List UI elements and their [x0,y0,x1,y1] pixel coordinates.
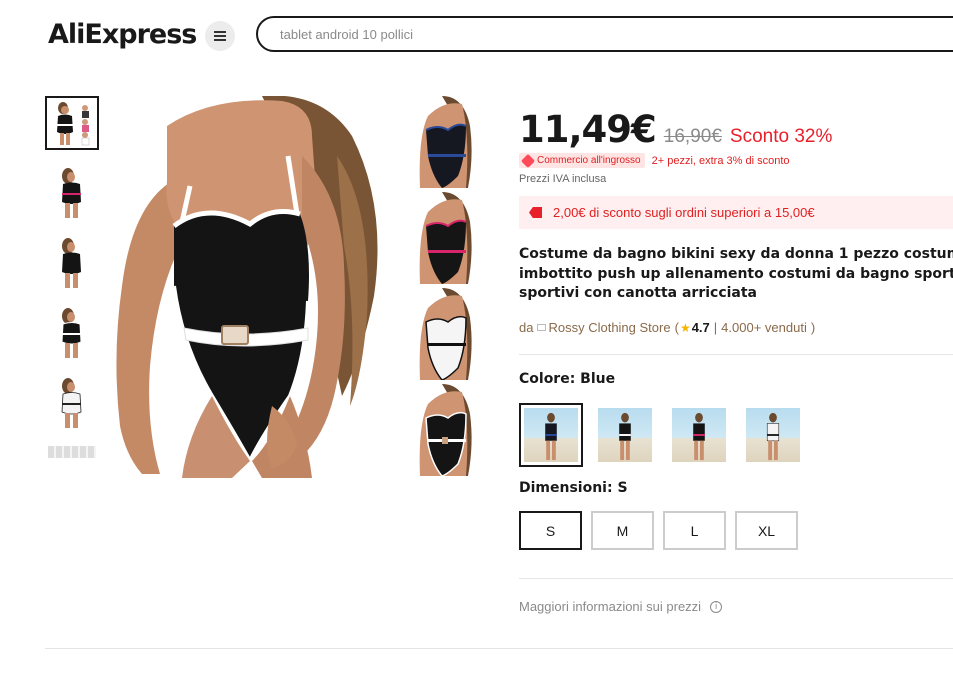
coupon-tag-icon [529,207,542,218]
coupon-banner[interactable]: 2,00€ di sconto sugli ordini superiori a… [519,196,953,229]
size-options: S M L XL [519,511,798,550]
swatch-white-image [766,412,780,461]
wholesale-extra-text: 2+ pezzi, extra 3% di sconto [651,154,790,167]
color-swatch-blue[interactable] [519,403,583,467]
right-thumbnail-3[interactable] [414,288,480,380]
swatch-blue-image [545,412,557,461]
wholesale-badge: Commercio all'ingrosso [519,153,645,168]
more-price-info[interactable]: Maggiori informazioni sui prezzi i [519,599,723,614]
original-price: 16,90€ [663,126,722,147]
menu-button[interactable] [205,21,235,51]
thumbnail-5-image [61,378,82,428]
main-product-image[interactable] [112,96,398,478]
store-rating: 4.7 [691,320,710,335]
store-icon [537,324,547,331]
thumbnail-4[interactable] [45,306,99,360]
coupon-text: 2,00€ di sconto sugli ordini superiori a… [553,205,815,220]
right-thumbnail-1-image [419,96,472,188]
color-swatch-black[interactable] [593,403,657,467]
search-placeholder: tablet android 10 pollici [280,26,413,42]
swatch-black-image [619,412,631,461]
logo-text: AliExpress [48,18,197,50]
product-title-line-2: imbottito push up allenamento costumi da… [519,265,953,282]
tag-icon [520,153,536,168]
right-thumbnail-2[interactable] [414,192,480,284]
size-option-l[interactable]: L [663,511,726,550]
store-prefix: da [519,320,534,335]
price-row: 11,49€ 16,90€ Sconto 32% [519,108,832,151]
product-title-line-1: Costume da bagno bikini sexy da donna 1 … [519,246,953,262]
aliexpress-logo[interactable]: AliExpress [48,16,197,52]
star-icon: ★ [679,320,691,335]
thumbnail-5[interactable] [45,376,99,430]
wholesale-promo: Commercio all'ingrosso 2+ pezzi, extra 3… [519,153,790,168]
thumbnail-1[interactable] [45,96,99,150]
swatch-pink-image [693,412,705,461]
right-thumbnail-2-image [419,192,472,284]
right-thumbnail-3-image [419,288,472,380]
right-thumbnail-1[interactable] [414,96,480,188]
product-title-line-3: sportivi con canotta arricciata [519,285,757,301]
current-price: 11,49€ [519,108,657,151]
wholesale-badge-label: Commercio all'ingrosso [537,155,641,166]
store-close-paren: ) [810,320,816,335]
section-divider [45,648,953,649]
store-name-link[interactable]: Rossy Clothing Store [548,320,670,335]
thumbnail-2[interactable] [45,166,99,220]
size-chart-thumbnail[interactable] [48,446,96,458]
right-thumbnail-4-image [419,384,472,476]
thumbnail-strip-left [45,96,99,458]
thumbnail-3-image [62,238,81,288]
store-info: da Rossy Clothing Store ( ★ 4.7 | 4.000+… [519,320,815,335]
size-label: Dimensioni: S [519,480,628,496]
discount-label: Sconto 32% [729,126,833,147]
info-icon: i [710,600,723,613]
swimsuit-model-image [116,96,378,478]
color-swatch-pink[interactable] [667,403,731,467]
thumbnail-1-image [49,100,95,146]
thumbnail-4-image [61,308,82,358]
search-input[interactable]: tablet android 10 pollici [256,16,953,52]
store-open-paren: ( [674,320,679,335]
color-swatches [519,403,805,467]
divider [519,578,953,579]
thumbnail-2-image [62,168,81,218]
size-option-xl[interactable]: XL [735,511,798,550]
size-option-m[interactable]: M [591,511,654,550]
thumbnail-3[interactable] [45,236,99,290]
thumbnail-strip-right [414,96,480,480]
menu-icon [214,35,226,37]
more-price-info-label: Maggiori informazioni sui prezzi [519,599,702,614]
right-thumbnail-4[interactable] [414,384,480,476]
size-option-s[interactable]: S [519,511,582,550]
divider [519,354,953,355]
color-swatch-white[interactable] [741,403,805,467]
store-separator: | [713,320,718,335]
vat-note: Prezzi IVA inclusa [519,173,607,185]
sold-count: 4.000+ venduti [721,320,807,335]
product-title: Costume da bagno bikini sexy da donna 1 … [519,245,953,304]
color-label: Colore: Blue [519,371,616,387]
